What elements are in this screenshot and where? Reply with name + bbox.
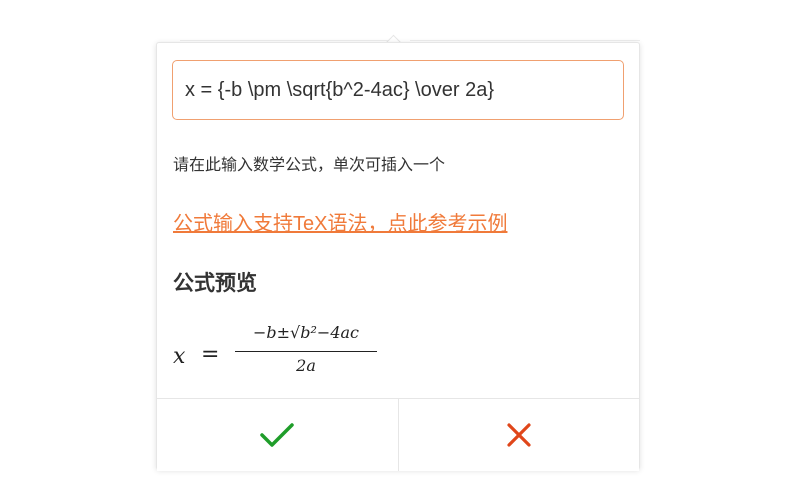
- preview-title: 公式预览: [173, 272, 257, 295]
- preview-lhs: x: [173, 344, 186, 369]
- formula-popup: 请在此输入数学公式，单次可插入一个 公式输入支持TeX语法，点此参考示例 公式预…: [156, 42, 640, 471]
- preview-numerator: −b±√b²−4ac: [253, 323, 359, 342]
- preview-denominator: 2a: [296, 356, 316, 375]
- cancel-button[interactable]: [397, 399, 639, 471]
- popup-footer: [157, 398, 639, 471]
- formula-preview: x = −b±√b²−4ac 2a: [173, 317, 473, 387]
- preview-equals: =: [201, 342, 220, 367]
- formula-hint: 请在此输入数学公式，单次可插入一个: [173, 157, 446, 174]
- tex-syntax-link[interactable]: 公式输入支持TeX语法，点此参考示例: [173, 207, 507, 236]
- close-icon: [507, 423, 531, 447]
- preview-fraction: −b±√b²−4ac 2a: [233, 323, 379, 383]
- background-divider: [180, 40, 390, 41]
- background-divider: [410, 40, 640, 41]
- confirm-button[interactable]: [157, 399, 398, 471]
- fraction-bar: [235, 351, 377, 352]
- check-icon: [260, 423, 294, 447]
- formula-input[interactable]: [172, 60, 624, 120]
- page: 请在此输入数学公式，单次可插入一个 公式输入支持TeX语法，点此参考示例 公式预…: [0, 0, 801, 502]
